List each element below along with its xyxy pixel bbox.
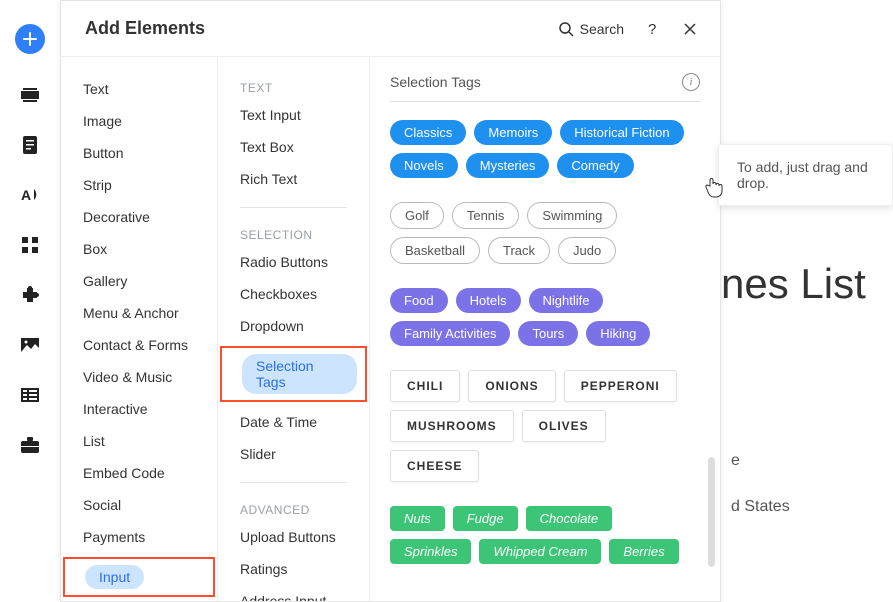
selection-tag[interactable]: Basketball [390, 237, 480, 264]
subcategory-item[interactable]: Ratings [218, 553, 369, 585]
category-item[interactable]: Payments [61, 521, 217, 553]
selection-tag[interactable]: Berries [609, 539, 678, 564]
drag-cursor-icon [704, 176, 724, 198]
theme-icon[interactable]: A [21, 186, 39, 204]
tag-preset-group[interactable]: Nuts Fudge Chocolate Sprinkles Whipped Cream… [390, 506, 700, 564]
category-item[interactable]: Decorative [61, 201, 217, 233]
selection-tag[interactable]: Hiking [586, 321, 650, 346]
category-item[interactable]: Contact & Forms [61, 329, 217, 361]
media-icon[interactable] [21, 336, 39, 354]
category-item[interactable]: Strip [61, 169, 217, 201]
selection-tag[interactable]: Tennis [452, 202, 520, 229]
selection-tag[interactable]: CHILI [390, 370, 460, 402]
selection-tag[interactable]: Whipped Cream [479, 539, 601, 564]
left-rail: A [0, 0, 60, 602]
add-elements-panel: Add Elements Search ? TextImageButtonStr… [60, 0, 721, 602]
tag-preset-group[interactable]: CHILIONIONS PEPPERONI MUSHROOMSOLIVES CHEES… [390, 370, 700, 482]
bg-line2-fragment: d States [731, 498, 790, 516]
category-item[interactable]: Box [61, 233, 217, 265]
selection-tag[interactable]: MUSHROOMS [390, 410, 514, 442]
stack-icon[interactable] [21, 86, 39, 104]
selection-tag[interactable]: Swimming [527, 202, 617, 229]
subcategory-item[interactable]: Rich Text [218, 163, 369, 195]
page-icon[interactable] [21, 136, 39, 154]
selection-tag[interactable]: Novels [390, 153, 458, 178]
help-button[interactable]: ? [642, 19, 662, 39]
subcategory-item[interactable]: Address Input [218, 585, 369, 601]
info-icon[interactable]: i [682, 73, 700, 91]
category-item[interactable]: Text [61, 73, 217, 105]
category-item[interactable]: Social [61, 489, 217, 521]
category-item[interactable]: Gallery [61, 265, 217, 297]
category-item[interactable]: Video & Music [61, 361, 217, 393]
category-item[interactable]: Image [61, 105, 217, 137]
selection-tag[interactable]: Hotels [456, 288, 521, 313]
scrollbar[interactable] [708, 457, 715, 567]
category-item[interactable]: Embed Code [61, 457, 217, 489]
puzzle-icon[interactable] [21, 286, 39, 304]
group-title: SELECTION [218, 220, 369, 246]
selection-tag[interactable]: Chocolate [526, 506, 613, 531]
tag-preset-group[interactable]: Classics Memoirs Historical Fiction Novels M… [390, 120, 700, 178]
tag-preset-group[interactable]: Food Hotels Nightlife Family Activities Tour… [390, 288, 700, 346]
data-icon[interactable] [21, 386, 39, 404]
selection-tag[interactable]: Comedy [557, 153, 633, 178]
selection-tag[interactable]: Nightlife [529, 288, 604, 313]
selection-tag[interactable]: Sprinkles [390, 539, 471, 564]
selection-tag[interactable]: Tours [518, 321, 578, 346]
selection-tag[interactable]: Nuts [390, 506, 445, 531]
selection-tag[interactable]: Track [488, 237, 550, 264]
svg-text:?: ? [648, 21, 656, 37]
add-button[interactable] [15, 24, 45, 54]
subcategory-item[interactable]: Text Box [218, 131, 369, 163]
selection-tag[interactable]: Food [390, 288, 448, 313]
subcategory-item[interactable]: Slider [218, 438, 369, 470]
selection-tag[interactable]: ONIONS [468, 370, 555, 402]
selection-tag[interactable]: Historical Fiction [560, 120, 683, 145]
panel-header: Add Elements Search ? [61, 1, 720, 57]
panel-title: Add Elements [85, 18, 558, 39]
category-item[interactable]: Button [61, 137, 217, 169]
search-icon [558, 21, 574, 37]
selection-tag[interactable]: Golf [390, 202, 444, 229]
drag-tooltip: To add, just drag and drop. [718, 144, 893, 206]
selection-tag[interactable]: Judo [558, 237, 616, 264]
briefcase-icon[interactable] [21, 436, 39, 454]
close-button[interactable] [680, 19, 700, 39]
selection-tag[interactable]: Mysteries [466, 153, 550, 178]
tag-preset-group[interactable]: Golf Tennis Swimming Basketball Track Judo [390, 202, 700, 264]
subcategory-item[interactable]: Date & Time [218, 406, 369, 438]
subcategory-item[interactable]: Upload Buttons [218, 521, 369, 553]
group-title: ADVANCED [218, 495, 369, 521]
subcategory-item[interactable]: Selection Tags [242, 354, 357, 394]
subcategory-item[interactable]: Dropdown [218, 310, 369, 342]
subcategory-item[interactable]: Checkboxes [218, 278, 369, 310]
section-title: Selection Tags [390, 74, 481, 90]
selection-tag[interactable]: CHEESE [390, 450, 479, 482]
category-item[interactable]: Input [85, 565, 144, 589]
subcategory-item[interactable]: Text Input [218, 99, 369, 131]
selection-tag[interactable]: Classics [390, 120, 466, 145]
svg-text:A: A [21, 187, 31, 203]
background-page: nes List e d States [721, 0, 893, 602]
group-title: TEXT [218, 73, 369, 99]
selection-tag[interactable]: PEPPERONI [564, 370, 677, 402]
search-button[interactable]: Search [558, 21, 624, 37]
category-item[interactable]: Menu & Anchor [61, 297, 217, 329]
search-label: Search [580, 21, 624, 37]
selection-tag[interactable]: OLIVES [522, 410, 606, 442]
category-item[interactable]: Interactive [61, 393, 217, 425]
selection-tag[interactable]: Fudge [453, 506, 518, 531]
category-item[interactable]: List [61, 425, 217, 457]
subcategory-list: TEXTText InputText BoxRich Text SELECTION… [218, 57, 370, 601]
grid-icon[interactable] [21, 236, 39, 254]
subcategory-item[interactable]: Radio Buttons [218, 246, 369, 278]
selection-tag[interactable]: Memoirs [474, 120, 552, 145]
category-list: TextImageButtonStripDecorativeBoxGallery… [61, 57, 218, 601]
selection-tag[interactable]: Family Activities [390, 321, 510, 346]
preview-pane: Selection Tags i Classics Memoirs Historic… [370, 57, 720, 601]
bg-line1-fragment: e [731, 452, 740, 470]
bg-title-fragment: nes List [721, 260, 866, 308]
